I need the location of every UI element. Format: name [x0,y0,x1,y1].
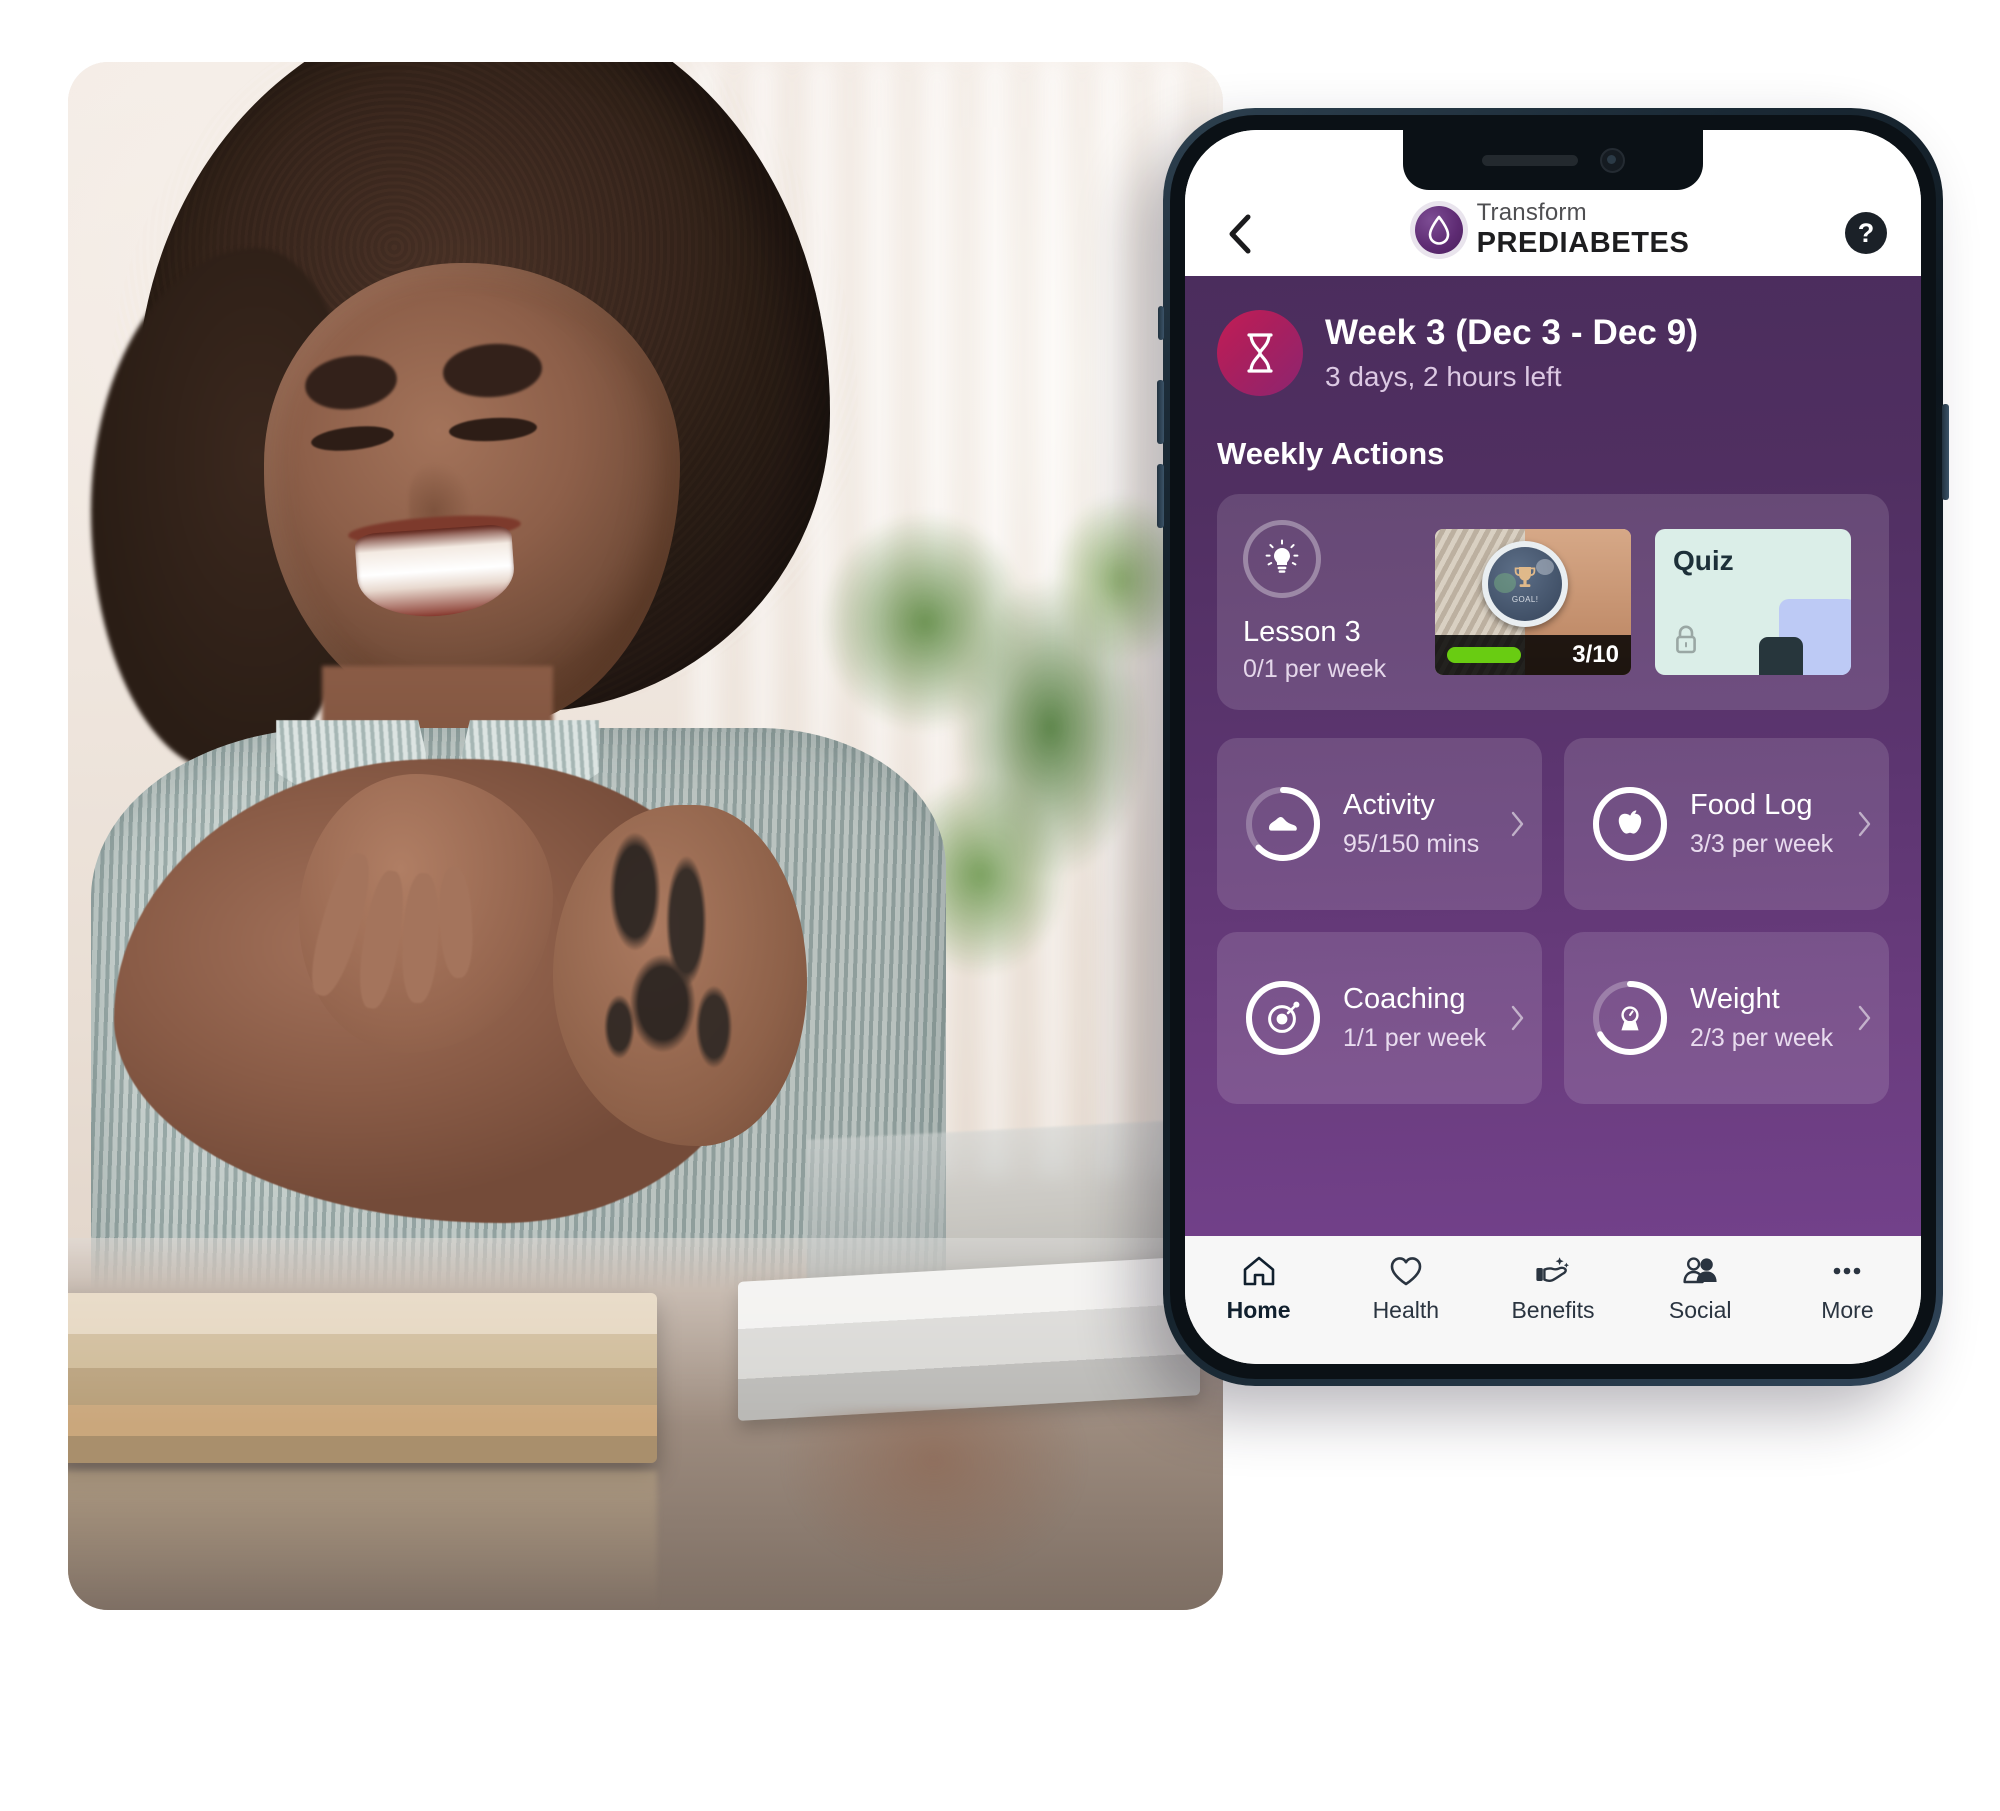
tattoo-detail [576,820,773,1115]
watch-goal-label: GOAL! [1511,595,1539,605]
lesson-card[interactable]: Lesson 3 0/1 per week GOAL! 3/10 Quiz [1217,494,1889,710]
week-banner: Week 3 (Dec 3 - Dec 9) 3 days, 2 hours l… [1217,310,1889,396]
smartwatch-goal-thumbnail[interactable]: GOAL! 3/10 [1435,529,1631,675]
metric-card-weight[interactable]: Weight 2/3 per week [1564,932,1889,1104]
metric-name: Activity [1343,789,1435,821]
tab-label: Benefits [1511,1297,1595,1323]
ellipsis-icon [1828,1254,1866,1288]
phone-mockup: Transform PREDIABETES ? Week 3 (Dec 3 - … [1157,108,1949,1386]
activity-progress-ring [1243,784,1323,864]
chevron-right-icon [1857,810,1873,838]
food-log-progress-ring [1590,784,1670,864]
apple-icon [1618,810,1642,834]
hourglass-icon [1217,310,1303,396]
house-icon [1241,1254,1277,1288]
weekly-metrics-grid: Activity 95/150 mins Food Log 3/3 per we… [1217,738,1889,1104]
promo-composition: Transform PREDIABETES ? Week 3 (Dec 3 - … [0,0,2000,1811]
week-time-left: 3 days, 2 hours left [1325,361,1562,392]
weight-progress-ring [1590,978,1670,1058]
bottom-tab-bar: Home Health Benefits Social More [1185,1236,1921,1364]
chevron-right-icon [1510,810,1526,838]
tab-label: Social [1668,1297,1732,1323]
thumbnail-progress-bar: 3/10 [1435,635,1631,675]
brand-logo: Transform PREDIABETES [1259,201,1845,258]
metric-value: 95/150 mins [1343,830,1480,858]
tab-health[interactable]: Health [1332,1254,1479,1324]
tab-social[interactable]: Social [1627,1254,1774,1324]
back-button[interactable] [1219,214,1259,254]
brand-name-top: Transform [1476,199,1587,226]
brand-name-bottom: PREDIABETES [1476,227,1690,259]
week-title: Week 3 (Dec 3 - Dec 9) [1325,313,1699,352]
heart-icon [1388,1254,1424,1288]
phone-screen: Transform PREDIABETES ? Week 3 (Dec 3 - … [1185,130,1921,1364]
chevron-right-icon [1510,1004,1526,1032]
phone-notch [1403,130,1703,190]
volume-up-button[interactable] [1157,380,1164,444]
metric-name: Coaching [1343,983,1466,1015]
target-icon [1268,1001,1300,1033]
tab-label: Health [1372,1297,1440,1323]
people-icon [1680,1254,1720,1288]
metric-card-food-log[interactable]: Food Log 3/3 per week [1564,738,1889,910]
lifestyle-photo [68,62,1223,1610]
chevron-right-icon [1857,1004,1873,1032]
power-button[interactable] [1942,404,1949,500]
hand-sparkle-icon [1534,1254,1572,1288]
metric-card-activity[interactable]: Activity 95/150 mins [1217,738,1542,910]
mute-switch[interactable] [1158,306,1164,340]
metric-card-coaching[interactable]: Coaching 1/1 per week [1217,932,1542,1104]
video-progress-fill [1447,647,1521,663]
smartwatch: GOAL! [1482,540,1569,627]
lightbulb-icon [1243,520,1321,598]
chevron-left-icon [1226,213,1252,255]
water-drop-icon [1414,205,1463,254]
lock-icon [1671,623,1701,657]
metric-name: Food Log [1690,789,1813,821]
tab-label: More [1821,1297,1874,1323]
scale-icon [1621,1006,1639,1031]
earpiece-speaker [1481,154,1578,166]
shoe-icon [1269,817,1297,831]
tab-home[interactable]: Home [1185,1254,1332,1324]
tab-label: Home [1226,1297,1291,1323]
lesson-title: Lesson 3 [1243,616,1361,648]
app-content: Week 3 (Dec 3 - Dec 9) 3 days, 2 hours l… [1185,276,1921,1236]
quiz-label: Quiz [1673,545,1734,576]
quiz-card[interactable]: Quiz [1655,529,1851,675]
lesson-progress-count: 3/10 [1572,641,1619,668]
front-camera-icon [1599,147,1625,173]
tab-more[interactable]: More [1774,1254,1921,1324]
metric-value: 3/3 per week [1690,830,1834,858]
section-title-weekly-actions: Weekly Actions [1217,436,1445,471]
metric-name: Weight [1690,983,1780,1015]
trophy-icon [1510,563,1540,593]
tab-benefits[interactable]: Benefits [1479,1254,1626,1324]
lesson-frequency: 0/1 per week [1243,655,1387,683]
coaching-progress-ring [1243,978,1323,1058]
help-button[interactable]: ? [1845,212,1887,254]
metric-value: 1/1 per week [1343,1024,1487,1052]
volume-down-button[interactable] [1157,464,1164,528]
metric-value: 2/3 per week [1690,1024,1834,1052]
